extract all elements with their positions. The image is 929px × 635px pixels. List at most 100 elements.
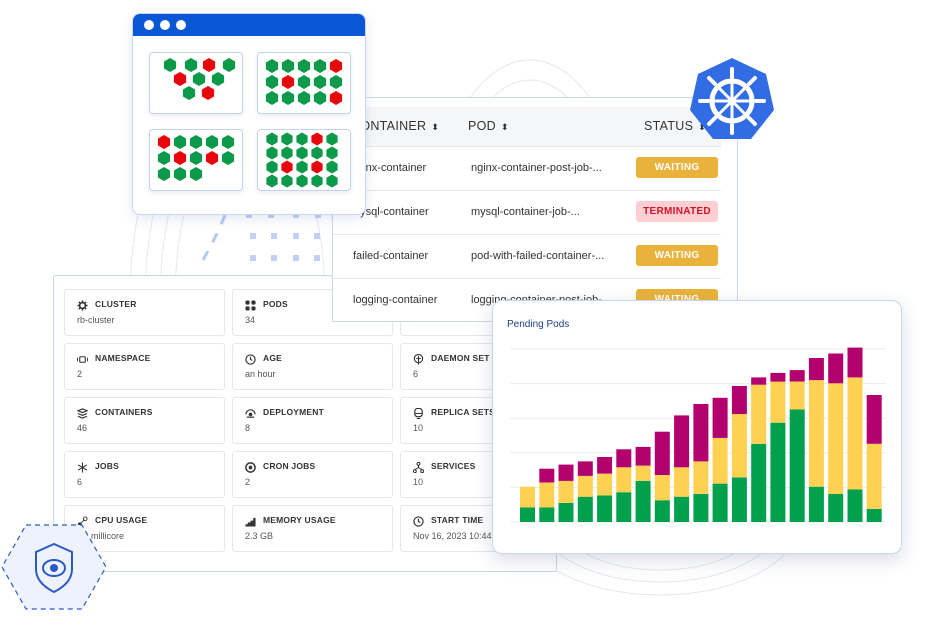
pod-healthy-icon[interactable] xyxy=(296,132,308,146)
bar-segment-green[interactable] xyxy=(808,486,824,522)
bar-segment-green[interactable] xyxy=(520,507,535,523)
bar-segment-green[interactable] xyxy=(616,492,632,522)
pod-healthy-icon[interactable] xyxy=(313,75,327,89)
pod-healthy-icon[interactable] xyxy=(281,174,293,188)
bar-segment-green[interactable] xyxy=(712,483,728,522)
bar-segment-purple[interactable] xyxy=(712,397,728,438)
bar-segment-purple[interactable] xyxy=(654,431,670,475)
pod-failed-icon[interactable] xyxy=(205,151,219,165)
pod-healthy-icon[interactable] xyxy=(297,59,311,73)
bar-segment-green[interactable] xyxy=(789,409,805,523)
bar-segment-green[interactable] xyxy=(654,500,670,522)
pod-healthy-icon[interactable] xyxy=(265,59,279,73)
bar-segment-green[interactable] xyxy=(558,503,574,522)
pod-group-1[interactable] xyxy=(149,52,243,114)
pod-healthy-icon[interactable] xyxy=(221,135,235,149)
pod-healthy-icon[interactable] xyxy=(281,146,293,160)
bar-segment-purple[interactable] xyxy=(539,468,555,483)
bar-segment-yellow[interactable] xyxy=(674,467,690,497)
bar-segment-yellow[interactable] xyxy=(789,381,805,410)
pod-healthy-icon[interactable] xyxy=(311,146,323,160)
pod-healthy-icon[interactable] xyxy=(173,135,187,149)
bar-segment-green[interactable] xyxy=(751,443,767,522)
bar-segment-purple[interactable] xyxy=(789,370,805,382)
pod-healthy-icon[interactable] xyxy=(296,160,308,174)
pod-healthy-icon[interactable] xyxy=(297,91,311,105)
bar-segment-yellow[interactable] xyxy=(731,414,747,478)
pod-healthy-icon[interactable] xyxy=(329,75,343,89)
bar-segment-purple[interactable] xyxy=(866,395,882,444)
pod-failed-icon[interactable] xyxy=(201,86,215,100)
pod-healthy-icon[interactable] xyxy=(211,72,225,86)
pod-failed-icon[interactable] xyxy=(329,59,343,73)
pod-healthy-icon[interactable] xyxy=(297,75,311,89)
table-row[interactable]: nginx-container nginx-container-post-job… xyxy=(333,147,721,191)
bar-segment-purple[interactable] xyxy=(635,446,651,466)
bar-segment-yellow[interactable] xyxy=(770,381,786,423)
bar-segment-purple[interactable] xyxy=(577,461,593,476)
bar-segment-yellow[interactable] xyxy=(539,482,555,508)
pod-healthy-icon[interactable] xyxy=(265,91,279,105)
pod-healthy-icon[interactable] xyxy=(189,135,203,149)
bar-segment-purple[interactable] xyxy=(731,386,747,414)
pod-healthy-icon[interactable] xyxy=(313,59,327,73)
pod-failed-icon[interactable] xyxy=(329,91,343,105)
pod-healthy-icon[interactable] xyxy=(296,146,308,160)
pod-healthy-icon[interactable] xyxy=(313,91,327,105)
bar-segment-purple[interactable] xyxy=(597,457,613,474)
pod-healthy-icon[interactable] xyxy=(265,75,279,89)
pod-healthy-icon[interactable] xyxy=(192,72,206,86)
pod-healthy-icon[interactable] xyxy=(281,91,295,105)
bar-segment-yellow[interactable] xyxy=(847,377,863,490)
bar-segment-purple[interactable] xyxy=(616,449,632,468)
pod-healthy-icon[interactable] xyxy=(222,58,236,72)
pod-failed-icon[interactable] xyxy=(311,132,323,146)
pod-group-3[interactable] xyxy=(149,129,243,191)
bar-segment-purple[interactable] xyxy=(693,404,709,462)
bar-segment-yellow[interactable] xyxy=(751,384,767,444)
pod-healthy-icon[interactable] xyxy=(326,174,338,188)
table-row[interactable]: failed-container pod-with-failed-contain… xyxy=(333,235,721,279)
pod-healthy-icon[interactable] xyxy=(205,135,219,149)
bar-segment-yellow[interactable] xyxy=(712,437,728,484)
pod-failed-icon[interactable] xyxy=(281,75,295,89)
bar-segment-purple[interactable] xyxy=(751,377,767,385)
table-row[interactable]: mysql-container mysql-container-job-... … xyxy=(333,191,721,235)
bar-segment-yellow[interactable] xyxy=(654,474,670,501)
bar-segment-purple[interactable] xyxy=(558,464,574,481)
bar-segment-purple[interactable] xyxy=(847,347,863,378)
bar-segment-green[interactable] xyxy=(674,496,690,522)
pod-healthy-icon[interactable] xyxy=(311,174,323,188)
pod-healthy-icon[interactable] xyxy=(184,58,198,72)
pod-healthy-icon[interactable] xyxy=(189,167,203,181)
bar-segment-green[interactable] xyxy=(635,480,651,522)
bar-segment-purple[interactable] xyxy=(808,358,824,381)
pod-healthy-icon[interactable] xyxy=(296,174,308,188)
sort-icon[interactable]: ⬍ xyxy=(431,122,439,132)
pod-healthy-icon[interactable] xyxy=(266,174,278,188)
pod-healthy-icon[interactable] xyxy=(281,132,293,146)
bar-segment-yellow[interactable] xyxy=(616,467,632,493)
bar-segment-green[interactable] xyxy=(847,489,863,523)
bar-segment-yellow[interactable] xyxy=(635,465,651,481)
bar-segment-yellow[interactable] xyxy=(520,486,535,508)
bar-segment-purple[interactable] xyxy=(828,353,844,384)
pod-failed-icon[interactable] xyxy=(311,160,323,174)
bar-segment-yellow[interactable] xyxy=(577,476,593,497)
pod-failed-icon[interactable] xyxy=(281,160,293,174)
bar-segment-green[interactable] xyxy=(539,507,555,523)
pod-healthy-icon[interactable] xyxy=(266,132,278,146)
pod-healthy-icon[interactable] xyxy=(266,160,278,174)
bar-segment-yellow[interactable] xyxy=(558,480,574,503)
pod-healthy-icon[interactable] xyxy=(326,146,338,160)
pod-healthy-icon[interactable] xyxy=(157,151,171,165)
bar-segment-green[interactable] xyxy=(866,508,882,522)
pod-healthy-icon[interactable] xyxy=(326,160,338,174)
sort-icon[interactable]: ⬍ xyxy=(501,122,509,132)
pod-healthy-icon[interactable] xyxy=(266,146,278,160)
pod-healthy-icon[interactable] xyxy=(326,132,338,146)
bar-segment-green[interactable] xyxy=(828,494,844,522)
bar-segment-yellow[interactable] xyxy=(693,461,709,494)
bar-segment-purple[interactable] xyxy=(674,415,690,468)
bar-segment-yellow[interactable] xyxy=(828,383,844,494)
